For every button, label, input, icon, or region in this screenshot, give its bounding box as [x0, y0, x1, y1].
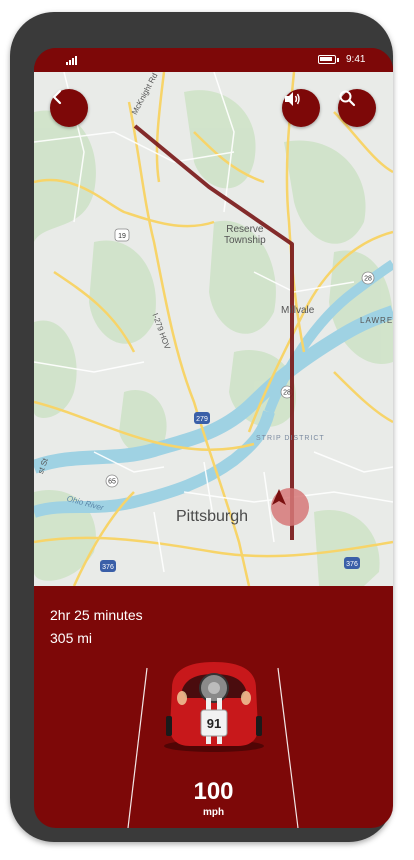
map-label-lawrence: LAWREN [360, 316, 393, 325]
signal-icon [66, 55, 80, 65]
map-label-pittsburgh: Pittsburgh [176, 508, 249, 525]
speed-value: 100 [193, 778, 234, 805]
back-button[interactable] [50, 89, 88, 127]
race-car: 91 [164, 662, 264, 752]
shield-28-a: 28 [283, 390, 291, 397]
map-view[interactable]: 19 279 28 28 65 376 376 McKnight Rd Rese… [34, 72, 393, 586]
status-bar: 9:41 [34, 48, 393, 72]
status-time: 9:41 [346, 54, 366, 65]
speaker-icon [285, 92, 300, 106]
shield-19: 19 [118, 233, 126, 240]
chevron-left-icon [52, 89, 62, 105]
search-icon [339, 90, 356, 107]
shield-376-a: 376 [102, 564, 114, 571]
phone-frame: 9:41 19 279 28 28 65 376 376 McKnight Rd… [10, 12, 393, 842]
map-label-millvale: Millvale [281, 305, 315, 316]
shield-65: 65 [108, 479, 116, 486]
sound-button[interactable] [282, 89, 320, 127]
shield-279: 279 [196, 416, 208, 423]
speed-unit: mph [202, 807, 225, 818]
app-screen: 9:41 19 279 28 28 65 376 376 McKnight Rd… [34, 48, 393, 828]
current-location-marker[interactable] [271, 488, 309, 526]
navigation-arrow-icon [272, 489, 286, 505]
car-number: 91 [207, 716, 221, 731]
map-label-reserve: Reserve Township [224, 224, 266, 246]
battery-icon [318, 55, 339, 64]
shield-376-b: 376 [346, 561, 358, 568]
shield-28-b: 28 [364, 276, 372, 283]
search-button[interactable] [338, 89, 376, 127]
map-label-strip-district: STRIP DISTRICT [256, 435, 325, 442]
